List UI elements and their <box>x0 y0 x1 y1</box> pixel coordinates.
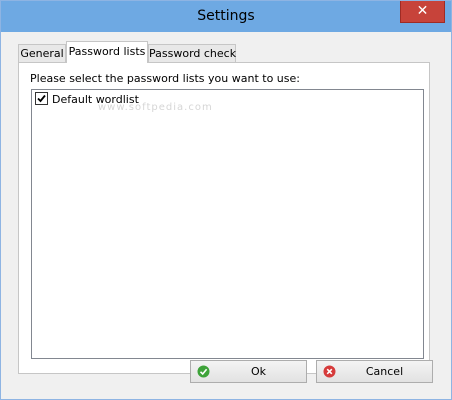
tab-password-lists[interactable]: Password lists <box>66 41 148 63</box>
checkmark-icon <box>37 94 46 103</box>
ok-label: Ok <box>250 365 267 378</box>
password-lists-prompt: Please select the password lists you wan… <box>30 72 300 85</box>
watermark: www.softpedia.com <box>98 102 213 113</box>
ok-button[interactable]: Ok <box>190 360 307 383</box>
password-lists-panel: Please select the password lists you wan… <box>18 62 430 374</box>
password-list-box[interactable]: Default wordlist www.softpedia.com <box>31 89 424 359</box>
close-icon: ✕ <box>416 3 429 19</box>
title-bar[interactable]: Settings ✕ <box>1 1 451 32</box>
settings-window: Settings ✕ General Password lists Passwo… <box>0 0 452 400</box>
cancel-button[interactable]: Cancel <box>316 360 433 383</box>
close-button[interactable]: ✕ <box>400 1 445 23</box>
dialog-body: General Password lists Password check Pl… <box>8 32 444 391</box>
tab-password-check[interactable]: Password check <box>148 44 236 62</box>
cancel-x-icon <box>323 365 336 378</box>
tab-general[interactable]: General <box>18 44 66 62</box>
ok-check-icon <box>197 365 210 378</box>
window-title: Settings <box>197 8 255 24</box>
cancel-label: Cancel <box>365 365 404 378</box>
default-wordlist-checkbox[interactable] <box>35 92 48 105</box>
